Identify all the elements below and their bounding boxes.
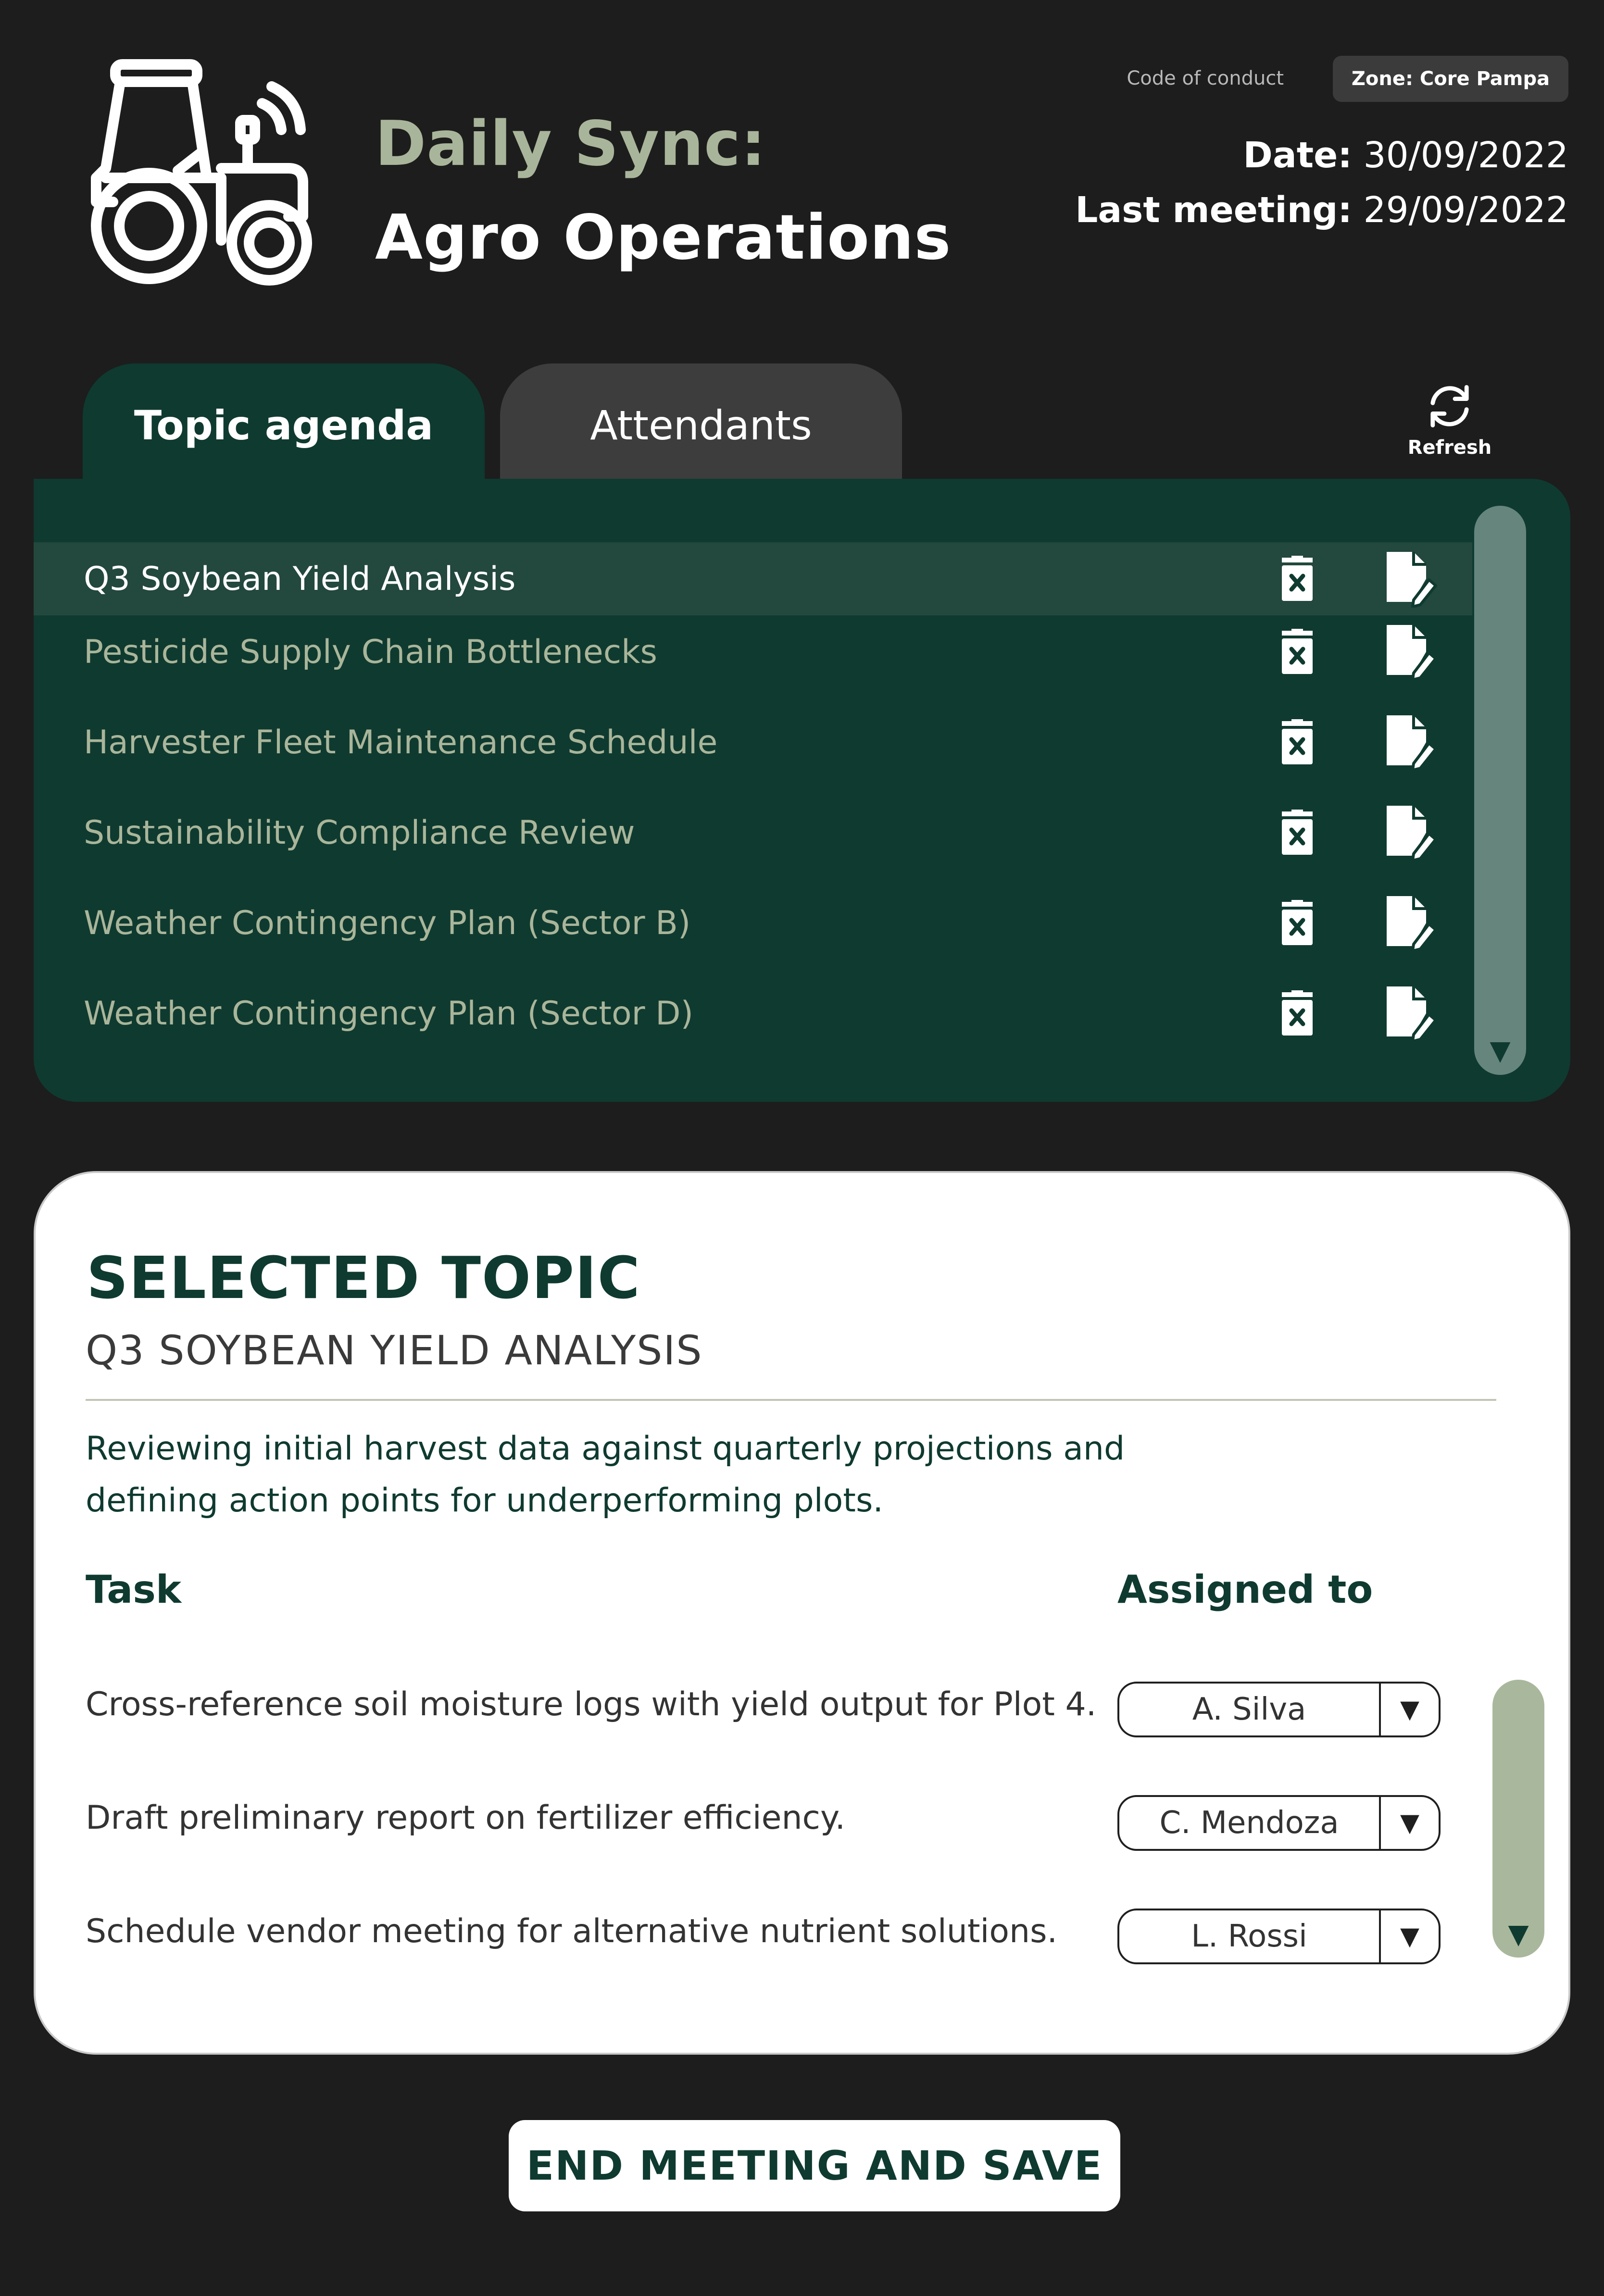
- delete-icon[interactable]: [1277, 719, 1317, 765]
- edit-document-icon[interactable]: [1385, 894, 1438, 952]
- chevron-down-icon[interactable]: ▼: [1379, 1684, 1439, 1735]
- tab-topic-agenda-label: Topic agenda: [134, 402, 434, 449]
- tasks-scrollbar[interactable]: ▼: [1492, 1680, 1544, 1958]
- agenda-item[interactable]: Sustainability Compliance Review: [34, 796, 1472, 869]
- agenda-item-label: Weather Contingency Plan (Sector B): [84, 904, 691, 942]
- end-meeting-button[interactable]: END MEETING AND SAVE: [509, 2120, 1120, 2211]
- chevron-down-icon[interactable]: ▼: [1379, 1910, 1439, 1962]
- agenda-item[interactable]: Weather Contingency Plan (Sector D): [34, 977, 1472, 1050]
- assignee-dropdown[interactable]: L. Rossi ▼: [1117, 1909, 1441, 1964]
- last-meeting-date: Last meeting: 29/09/2022: [1075, 189, 1568, 231]
- date-label: Date:: [1243, 135, 1352, 176]
- scroll-down-icon[interactable]: ▼: [1508, 1921, 1529, 1948]
- assignee-value: C. Mendoza: [1159, 1805, 1339, 1841]
- assignee-dropdown[interactable]: A. Silva ▼: [1117, 1682, 1441, 1737]
- agenda-item[interactable]: Harvester Fleet Maintenance Schedule: [34, 706, 1472, 779]
- agenda-item[interactable]: Weather Contingency Plan (Sector B): [34, 886, 1472, 960]
- end-meeting-label: END MEETING AND SAVE: [526, 2142, 1103, 2189]
- agenda-item-label: Q3 Soybean Yield Analysis: [84, 560, 516, 598]
- assignee-value: L. Rossi: [1191, 1919, 1307, 1954]
- agenda-item-label: Sustainability Compliance Review: [84, 813, 635, 852]
- task-text: Cross-reference soil moisture logs with …: [86, 1685, 1097, 1723]
- selected-topic-panel: SELECTED TOPIC Q3 SOYBEAN YIELD ANALYSIS…: [34, 1171, 1570, 2055]
- refresh-label: Refresh: [1407, 437, 1492, 459]
- app-title-line2: Agro Operations: [375, 202, 952, 274]
- agenda-item[interactable]: Q3 Soybean Yield Analysis: [34, 542, 1472, 615]
- assigned-column-header: Assigned to: [1117, 1567, 1373, 1612]
- assignee-dropdown[interactable]: C. Mendoza ▼: [1117, 1795, 1441, 1851]
- selected-topic-description: Reviewing initial harvest data against q…: [86, 1430, 1125, 1520]
- assignee-value: A. Silva: [1192, 1692, 1306, 1727]
- refresh-button[interactable]: Refresh: [1394, 380, 1505, 462]
- agenda-item[interactable]: Pesticide Supply Chain Bottlenecks: [34, 615, 1472, 688]
- task-text: Draft preliminary report on fertilizer e…: [86, 1799, 846, 1837]
- chevron-down-icon[interactable]: ▼: [1379, 1797, 1439, 1849]
- delete-icon[interactable]: [1277, 990, 1317, 1036]
- app-title-line1: Daily Sync:: [375, 108, 766, 180]
- edit-document-icon[interactable]: [1385, 713, 1438, 771]
- tractor-icon: [91, 59, 312, 286]
- task-column-header: Task: [86, 1567, 182, 1612]
- date-value: 30/09/2022: [1363, 135, 1568, 176]
- selected-topic-title: Q3 SOYBEAN YIELD ANALYSIS: [86, 1327, 703, 1374]
- tab-topic-agenda[interactable]: Topic agenda: [83, 363, 485, 484]
- delete-icon[interactable]: [1277, 629, 1317, 675]
- delete-icon[interactable]: [1277, 900, 1317, 946]
- last-meeting-value: 29/09/2022: [1363, 189, 1568, 231]
- divider: [86, 1399, 1496, 1401]
- code-of-conduct-link[interactable]: Code of conduct: [1127, 67, 1284, 89]
- edit-document-icon[interactable]: [1385, 623, 1438, 681]
- tab-attendants-label: Attendants: [590, 402, 812, 449]
- task-text: Schedule vendor meeting for alternative …: [86, 1912, 1058, 1950]
- selected-topic-heading: SELECTED TOPIC: [87, 1245, 641, 1312]
- last-meeting-label: Last meeting:: [1075, 189, 1352, 231]
- agenda-item-label: Weather Contingency Plan (Sector D): [84, 994, 694, 1033]
- edit-document-icon[interactable]: [1385, 985, 1438, 1042]
- delete-icon[interactable]: [1277, 810, 1317, 856]
- edit-document-icon[interactable]: [1385, 550, 1438, 608]
- refresh-icon: [1430, 385, 1469, 427]
- agenda-panel: Q3 Soybean Yield Analysis Pesticide Supp…: [34, 479, 1570, 1102]
- agenda-item-label: Pesticide Supply Chain Bottlenecks: [84, 633, 657, 671]
- agenda-item-label: Harvester Fleet Maintenance Schedule: [84, 723, 718, 761]
- edit-document-icon[interactable]: [1385, 804, 1438, 861]
- delete-icon[interactable]: [1277, 556, 1317, 602]
- tab-attendants[interactable]: Attendants: [500, 363, 902, 479]
- meeting-date: Date: 30/09/2022: [1243, 135, 1568, 176]
- zone-badge[interactable]: Zone: Core Pampa: [1333, 56, 1568, 102]
- scroll-down-icon[interactable]: ▼: [1490, 1037, 1510, 1064]
- agenda-scrollbar[interactable]: ▼: [1474, 506, 1526, 1075]
